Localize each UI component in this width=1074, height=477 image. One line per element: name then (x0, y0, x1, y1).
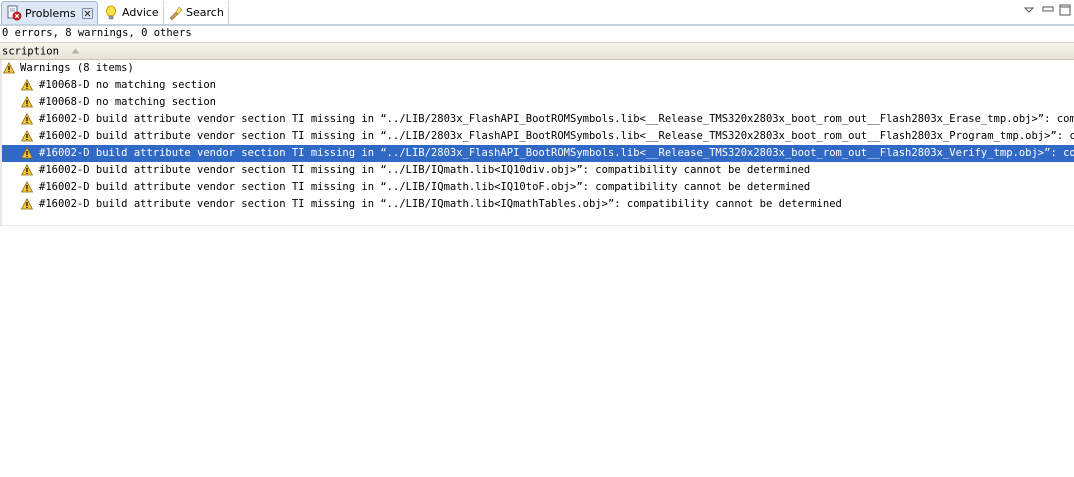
tab-problems-label: Problems (25, 6, 76, 20)
warnings-group-row[interactable]: Warnings (8 items) (0, 60, 1074, 77)
warning-text: #16002-D build attribute vendor section … (39, 130, 1074, 142)
warning-icon (20, 180, 34, 193)
column-header-label: scription (2, 45, 59, 58)
maximize-icon[interactable] (1059, 4, 1071, 16)
tab-search[interactable]: Search (163, 1, 229, 24)
warning-text: #16002-D build attribute vendor section … (39, 113, 1074, 125)
warning-icon (20, 163, 34, 176)
warning-icon (20, 129, 34, 142)
problems-tree: Warnings (8 items) #10068-D no matching … (0, 60, 1074, 213)
list-item[interactable]: #16002-D build attribute vendor section … (0, 162, 1074, 179)
warning-text: #16002-D build attribute vendor section … (39, 147, 1074, 159)
view-menu-icon[interactable] (1023, 4, 1035, 16)
warning-text: #16002-D build attribute vendor section … (39, 164, 811, 176)
tab-advice-label: Advice (122, 6, 159, 19)
sort-ascending-icon (71, 43, 80, 60)
warning-text: #16002-D build attribute vendor section … (39, 181, 811, 193)
list-item[interactable]: #16002-D build attribute vendor section … (0, 128, 1074, 145)
tree-bottom-divider (0, 225, 1074, 226)
view-tab-bar: Problems Advice Search (0, 0, 1074, 26)
list-item[interactable]: #16002-D build attribute vendor section … (0, 179, 1074, 196)
list-item[interactable]: #16002-D build attribute vendor section … (0, 111, 1074, 128)
tree-left-edge (0, 60, 2, 226)
tab-problems[interactable]: Problems (1, 1, 98, 24)
list-item[interactable]: #10068-D no matching section (0, 94, 1074, 111)
list-item[interactable]: #16002-D build attribute vendor section … (0, 196, 1074, 213)
close-icon[interactable] (81, 7, 93, 19)
description-column-header[interactable]: scription (0, 42, 1074, 60)
flashlight-icon (167, 5, 183, 21)
warning-icon (20, 95, 34, 108)
warning-text: #10068-D no matching section (39, 96, 217, 108)
warning-icon (20, 78, 34, 91)
lightbulb-icon (103, 5, 119, 21)
problems-summary: 0 errors, 8 warnings, 0 others (0, 26, 1074, 42)
warnings-group-label: Warnings (8 items) (20, 62, 134, 74)
tab-search-label: Search (186, 6, 224, 19)
minimize-icon[interactable] (1042, 4, 1054, 16)
list-item-selected[interactable]: #16002-D build attribute vendor section … (0, 145, 1074, 162)
warning-icon (20, 146, 34, 159)
list-item[interactable]: #10068-D no matching section (0, 77, 1074, 94)
warning-icon (2, 61, 16, 74)
tab-advice[interactable]: Advice (99, 1, 164, 24)
problems-icon (6, 5, 22, 21)
warning-icon (20, 197, 34, 210)
warning-icon (20, 112, 34, 125)
warning-text: #10068-D no matching section (39, 79, 217, 91)
warning-text: #16002-D build attribute vendor section … (39, 198, 842, 210)
